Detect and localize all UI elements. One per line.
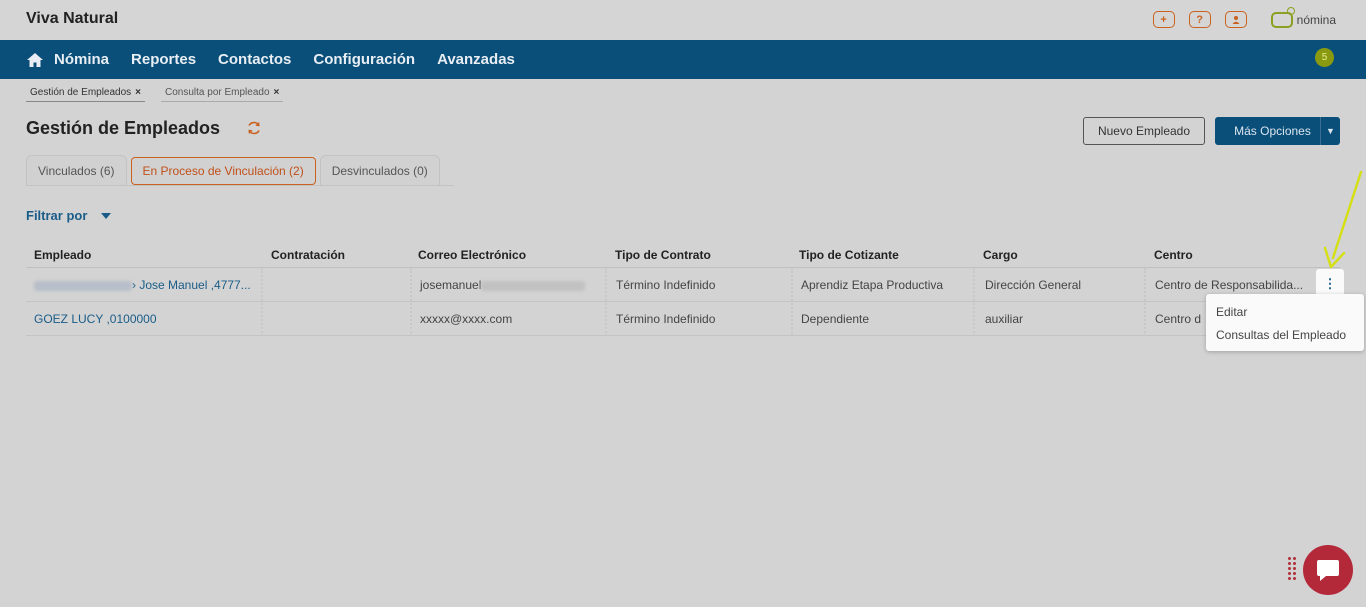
column-header[interactable]: Contratación bbox=[271, 248, 345, 262]
help-icon[interactable]: ? bbox=[1188, 11, 1211, 28]
column-header[interactable]: Tipo de Cotizante bbox=[799, 248, 899, 262]
chevron-down-icon[interactable]: ▼ bbox=[1320, 117, 1340, 145]
nomina-logo: nómina bbox=[1270, 6, 1336, 28]
filter-label: Filtrar por bbox=[26, 208, 88, 223]
tab-desvinculados[interactable]: Desvinculados (0) bbox=[319, 155, 440, 185]
menu-item-editar[interactable]: Editar bbox=[1206, 303, 1364, 326]
column-divider bbox=[973, 268, 975, 336]
brand-label: nómina bbox=[1296, 12, 1336, 27]
table-row[interactable]: › Jose Manuel ,4777... josemanuel Términ… bbox=[26, 268, 1340, 302]
column-header[interactable]: Empleado bbox=[34, 248, 91, 262]
plus-icon[interactable]: + bbox=[1152, 11, 1175, 28]
top-bar: Viva Natural + ? nómina bbox=[0, 0, 1366, 40]
drag-handle-icon[interactable] bbox=[1288, 557, 1296, 580]
nav-nomina[interactable]: Nómina bbox=[54, 51, 109, 68]
annotation-arrow-icon bbox=[1323, 170, 1363, 269]
home-icon[interactable] bbox=[26, 52, 44, 68]
refresh-icon[interactable] bbox=[246, 120, 262, 136]
new-employee-button[interactable]: Nuevo Empleado bbox=[1083, 117, 1205, 145]
user-icon[interactable] bbox=[1224, 11, 1247, 28]
position-cell: auxiliar bbox=[985, 312, 1024, 326]
position-cell: Dirección General bbox=[985, 278, 1082, 292]
column-divider bbox=[1144, 268, 1146, 336]
column-header[interactable]: Centro bbox=[1154, 248, 1193, 262]
close-icon[interactable]: × bbox=[135, 87, 141, 98]
app-title: Viva Natural bbox=[26, 10, 119, 27]
row-actions-menu: Editar Consultas del Empleado bbox=[1206, 294, 1364, 351]
center-cell: Centro de Responsabilida... bbox=[1155, 278, 1304, 292]
column-divider bbox=[261, 268, 263, 336]
nav-configuracion[interactable]: Configuración bbox=[313, 51, 415, 68]
tab-label: Consulta por Empleado bbox=[165, 87, 270, 98]
notification-badge[interactable]: 5 bbox=[1315, 48, 1334, 67]
contract-type-cell: Término Indefinido bbox=[616, 312, 716, 326]
close-icon[interactable]: × bbox=[274, 87, 280, 98]
filter-toggle[interactable]: Filtrar por bbox=[26, 208, 112, 223]
tab-gestion-empleados[interactable]: Gestión de Empleados × bbox=[26, 85, 146, 102]
redacted-email bbox=[481, 280, 586, 291]
contributor-type-cell: Dependiente bbox=[801, 312, 870, 326]
more-options-label: Más Opciones bbox=[1234, 124, 1311, 138]
redacted-name bbox=[34, 280, 132, 291]
column-divider bbox=[791, 268, 793, 336]
email-cell: xxxxx@xxxx.com bbox=[420, 312, 513, 326]
tab-consulta-empleado[interactable]: Consulta por Empleado × bbox=[161, 85, 284, 102]
contributor-type-cell: Aprendiz Etapa Productiva bbox=[801, 278, 944, 292]
column-header[interactable]: Cargo bbox=[983, 248, 1018, 262]
chat-button[interactable] bbox=[1303, 545, 1353, 595]
column-divider bbox=[605, 268, 607, 336]
caret-down-icon bbox=[101, 212, 112, 219]
tab-en-proceso[interactable]: En Proceso de Vinculación (2) bbox=[130, 157, 316, 185]
employees-table: Empleado Contratación Correo Electrónico… bbox=[26, 238, 1340, 336]
column-header[interactable]: Correo Electrónico bbox=[418, 248, 526, 262]
employee-name-link[interactable]: › Jose Manuel ,4777... bbox=[34, 278, 251, 292]
open-tabs: Gestión de Empleados × Consulta por Empl… bbox=[26, 85, 284, 102]
employee-name: › Jose Manuel ,4777... bbox=[132, 278, 251, 292]
tabs-divider bbox=[26, 185, 454, 186]
tab-label: Gestión de Empleados bbox=[30, 87, 132, 98]
menu-item-consultas[interactable]: Consultas del Empleado bbox=[1206, 326, 1364, 349]
top-icons: + ? nómina bbox=[1152, 6, 1336, 28]
employee-name-link[interactable]: GOEZ LUCY ,0100000 bbox=[34, 312, 157, 326]
page-title: Gestión de Empleados bbox=[26, 118, 221, 138]
column-divider bbox=[410, 268, 412, 336]
status-tabs: Vinculados (6) En Proceso de Vinculación… bbox=[26, 155, 440, 185]
more-options-button[interactable]: Más Opciones ▼ bbox=[1215, 117, 1340, 145]
nav-avanzadas[interactable]: Avanzadas bbox=[437, 51, 515, 68]
nav-reportes[interactable]: Reportes bbox=[131, 51, 196, 68]
tab-vinculados[interactable]: Vinculados (6) bbox=[26, 155, 127, 185]
main-nav: Nómina Reportes Contactos Configuración … bbox=[0, 40, 1366, 79]
column-header[interactable]: Tipo de Contrato bbox=[615, 248, 711, 262]
table-header: Empleado Contratación Correo Electrónico… bbox=[26, 238, 1340, 268]
nav-contactos[interactable]: Contactos bbox=[218, 51, 291, 68]
table-row[interactable]: GOEZ LUCY ,0100000 xxxxx@xxxx.com Términ… bbox=[26, 302, 1340, 336]
center-cell: Centro d bbox=[1155, 312, 1202, 326]
email-text: josemanuel bbox=[420, 278, 482, 292]
contract-type-cell: Término Indefinido bbox=[616, 278, 716, 292]
email-cell: josemanuel bbox=[420, 278, 586, 292]
nomina-chat-icon bbox=[1270, 6, 1295, 28]
chat-bubble-icon bbox=[1317, 560, 1339, 581]
